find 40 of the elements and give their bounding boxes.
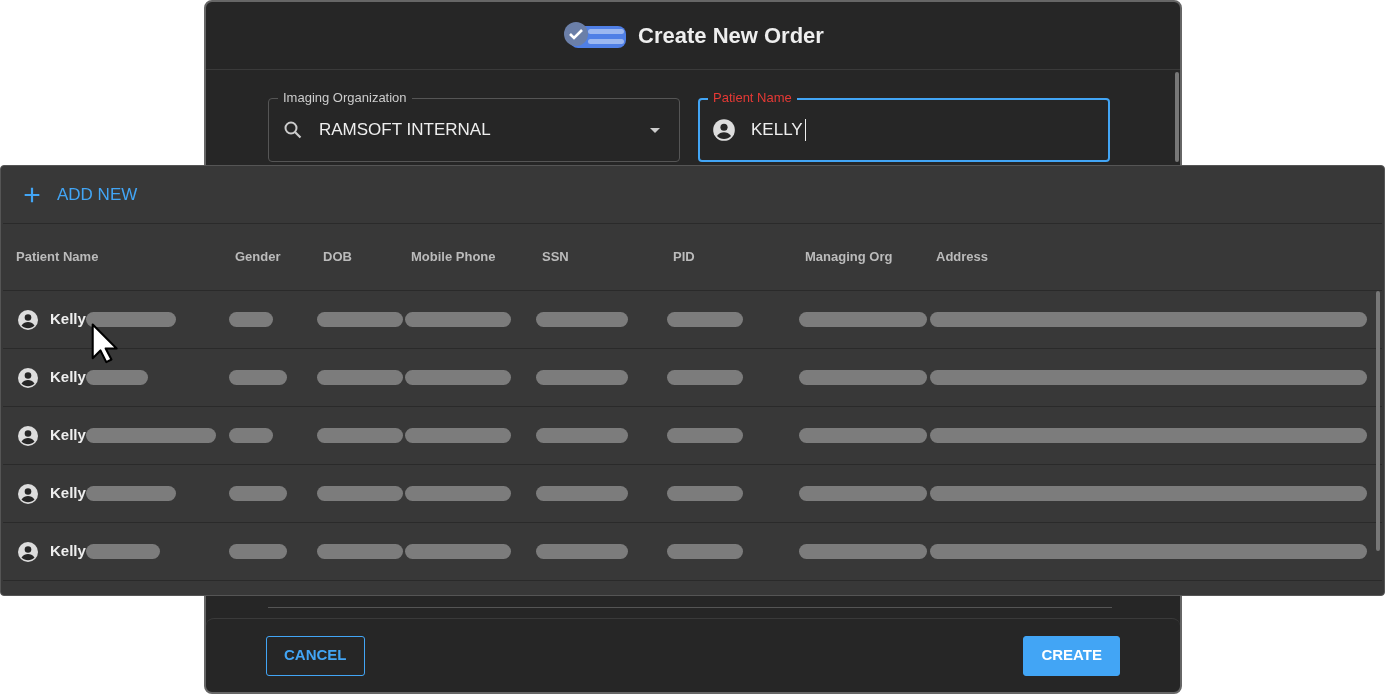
patient-row[interactable]: Kelly [3,407,1382,465]
patient-name: Kelly [50,425,86,446]
text-cursor [804,119,806,141]
patient-name-field[interactable]: Patient Name KELLY [698,89,1110,162]
column-header: DOB [323,248,353,267]
person-icon [16,307,40,332]
mouse-cursor-icon [90,322,120,366]
patient-name: Kelly [50,367,86,388]
column-header: SSN [542,248,570,267]
redacted-text [229,544,287,559]
patient-name: Kelly [50,309,86,330]
redacted-text [229,312,273,327]
add-new-button[interactable]: ADD NEW [1,166,144,223]
person-icon [16,365,40,390]
patient-row[interactable]: Kelly [3,465,1382,523]
person-icon [16,423,40,448]
column-header: Managing Org [805,248,894,267]
patient-row[interactable]: Kelly [3,291,1382,349]
cancel-button[interactable]: CANCEL [266,635,365,676]
redacted-text [229,428,273,443]
person-icon [711,117,737,143]
organization-select[interactable]: Imaging Organization RAMSOFT INTERNAL [268,89,680,162]
field-value: RAMSOFT INTERNAL [319,119,491,142]
redacted-text [85,370,148,385]
column-header: Patient Name [16,248,100,267]
dialog-title: Create New Order [638,22,824,50]
patient-row[interactable]: Kelly [3,349,1382,407]
redacted-text [229,486,287,501]
column-header: PID [673,248,696,267]
person-icon [16,539,40,564]
column-header: Address [936,248,990,267]
person-icon [16,481,40,506]
caret-icon [650,127,660,133]
redacted-text [229,370,287,385]
column-header: Mobile Phone [411,248,497,267]
column-header: Gender [235,248,282,267]
patient-name: Kelly [50,541,86,562]
field-value: KELLY [751,119,803,142]
patient-name: Kelly [50,483,86,504]
patient-row[interactable]: Kelly [3,523,1382,581]
